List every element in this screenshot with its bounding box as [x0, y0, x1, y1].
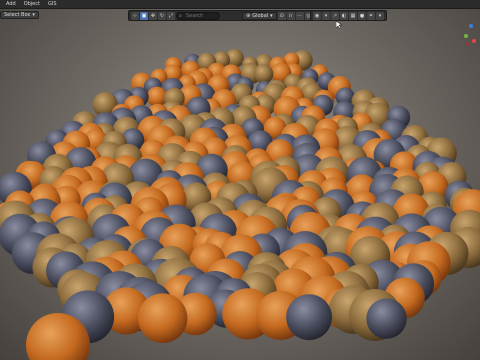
gizmo-x-axis[interactable]: [472, 39, 476, 43]
gizmo-toggle-icon[interactable]: ↗: [331, 11, 339, 20]
filter-icon[interactable]: ⏷: [367, 11, 375, 20]
center-toolbar: ⊹ ▣ ✥ ↻ ⤢ ⌕ ⊕ Global ▾ ⊙ ∩ ⋯ ◎ ⌒: [128, 10, 325, 21]
mouse-cursor-icon: [335, 20, 344, 30]
search-icon: ⌕: [179, 12, 182, 19]
scale-icon[interactable]: ⤢: [167, 11, 175, 20]
overlay-icon[interactable]: ◐: [340, 11, 348, 20]
sphere-slate: [286, 294, 332, 341]
sphere-brown: [253, 64, 274, 84]
viewport-scene: [0, 48, 480, 360]
top-menu-bar: Add Object GIS: [0, 0, 480, 9]
gizmo-y-axis[interactable]: [464, 34, 468, 38]
chevron-down-icon: ▾: [270, 12, 273, 19]
transform-orientation-label: Global: [252, 12, 269, 19]
gizmo-neg-x-axis[interactable]: [466, 42, 470, 46]
menu-object[interactable]: Object: [20, 0, 44, 9]
navigation-gizmo-icon[interactable]: [462, 22, 478, 48]
xray-icon[interactable]: ▦: [349, 11, 357, 20]
visibility-dropdown-icon[interactable]: ▾: [322, 11, 330, 20]
select-box-icon[interactable]: ▣: [140, 11, 148, 20]
right-toolbar: ◉ ▾ ↗ ◐ ▦ ● ⏷ ▾: [310, 10, 387, 21]
sphere-slate: [366, 298, 407, 339]
menu-add[interactable]: Add: [0, 0, 20, 9]
move-icon[interactable]: ✥: [149, 11, 157, 20]
menu-gis[interactable]: GIS: [44, 0, 61, 9]
transform-orientation-dropdown[interactable]: ⊕ Global ▾: [242, 11, 277, 20]
snap-icon[interactable]: ∩: [286, 11, 295, 20]
select-mode-label: Select Box: [4, 12, 31, 18]
search-input[interactable]: [186, 12, 218, 19]
shading-solid-icon[interactable]: ●: [358, 11, 366, 20]
pivot-icon[interactable]: ⊙: [277, 11, 286, 20]
select-mode-dropdown[interactable]: Select Box ▾: [0, 11, 39, 19]
global-orientation-icon: ⊕: [246, 12, 251, 19]
gizmo-z-axis[interactable]: [469, 24, 473, 28]
rotate-icon[interactable]: ↻: [158, 11, 166, 20]
sphere-orange: [137, 293, 188, 344]
chevron-down-icon: ▾: [32, 12, 35, 18]
visibility-icon[interactable]: ◉: [313, 11, 321, 20]
search-field[interactable]: ⌕: [176, 11, 220, 20]
snap-settings-icon[interactable]: ⋯: [295, 11, 304, 20]
cursor-icon[interactable]: ⊹: [131, 11, 139, 20]
viewport-header: Select Box ▾ ⊹ ▣ ✥ ↻ ⤢ ⌕ ⊕ Global ▾ ⊙ ∩ …: [0, 10, 480, 21]
3d-viewport[interactable]: [0, 0, 480, 360]
chevron-down-icon[interactable]: ▾: [376, 11, 384, 20]
